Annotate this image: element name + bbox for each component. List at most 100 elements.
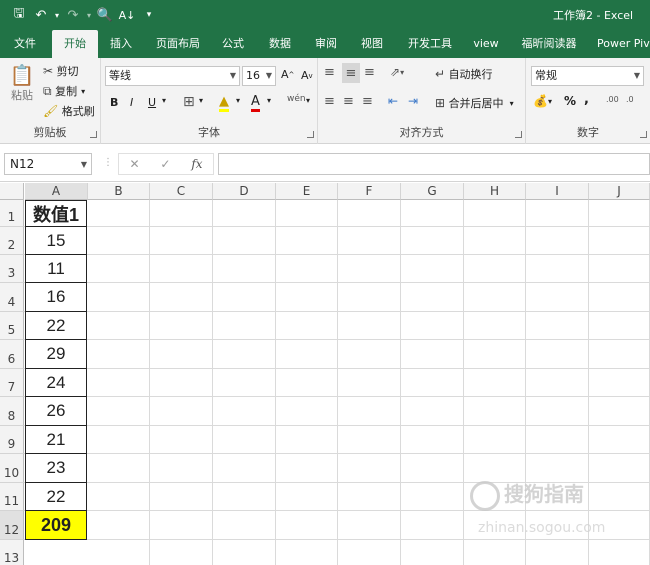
percent-icon[interactable]: %: [564, 94, 576, 108]
increase-indent-icon[interactable]: ⇥: [408, 94, 418, 108]
tab-home[interactable]: 开始: [52, 30, 98, 58]
align-center-icon[interactable]: ≡: [343, 94, 354, 109]
row-header-6[interactable]: 6: [0, 340, 24, 369]
cell-a1[interactable]: 数值1: [25, 200, 87, 227]
orientation-icon[interactable]: ⇗ ▾: [390, 65, 404, 79]
font-family-select[interactable]: 等线 ▼: [105, 66, 240, 86]
row-header-4[interactable]: 4: [0, 283, 24, 312]
dropdown-icon[interactable]: ▾: [52, 11, 62, 20]
phonetic-dropdown[interactable]: ▾: [306, 96, 310, 105]
align-left-icon[interactable]: ≡: [324, 94, 335, 109]
tab-view[interactable]: 视图: [357, 30, 387, 58]
alignment-dialog-launcher[interactable]: [515, 131, 522, 138]
font-size-select[interactable]: 16 ▼: [242, 66, 276, 86]
tab-formulas[interactable]: 公式: [218, 30, 248, 58]
column-header-e[interactable]: E: [276, 183, 338, 200]
column-header-d[interactable]: D: [213, 183, 276, 200]
comma-icon[interactable]: ,: [584, 92, 589, 107]
decrease-indent-icon[interactable]: ⇤: [388, 94, 398, 108]
number-format-select[interactable]: 常规 ▼: [531, 66, 644, 86]
font-dialog-launcher[interactable]: [307, 131, 314, 138]
column-header-i[interactable]: I: [526, 183, 589, 200]
wrap-text-button[interactable]: ↵ 自动换行: [435, 66, 493, 82]
decrease-decimal-icon[interactable]: .0: [626, 95, 634, 104]
currency-icon[interactable]: 💰 ▾: [533, 94, 552, 108]
underline-dropdown[interactable]: ▾: [162, 96, 166, 105]
select-all-corner[interactable]: [0, 183, 24, 200]
cell-a6[interactable]: 29: [25, 340, 87, 369]
cell-a3[interactable]: 11: [25, 255, 87, 283]
row-header-1[interactable]: 1: [0, 200, 24, 227]
align-bottom-icon[interactable]: ≡: [364, 65, 375, 80]
font-color-dropdown[interactable]: ▾: [267, 96, 271, 105]
cell-a10[interactable]: 23: [25, 454, 87, 483]
tab-power-pivot[interactable]: Power Pivo: [597, 30, 650, 58]
print-preview-icon[interactable]: 🔍: [94, 8, 116, 23]
number-dialog-launcher[interactable]: [640, 131, 647, 138]
paste-button[interactable]: 📋 粘贴: [8, 63, 36, 103]
tab-view-addin[interactable]: view: [470, 30, 502, 58]
column-header-b[interactable]: B: [88, 183, 150, 200]
cell-a5[interactable]: 22: [25, 312, 87, 340]
font-color-icon[interactable]: A: [251, 94, 260, 112]
cell-a4[interactable]: 16: [25, 283, 87, 312]
enter-icon[interactable]: ✓: [160, 157, 170, 171]
column-header-f[interactable]: F: [338, 183, 401, 200]
row-header-13[interactable]: 13: [0, 540, 24, 565]
cell-a12[interactable]: 209: [25, 511, 87, 540]
align-middle-icon[interactable]: ≡: [342, 63, 360, 83]
formula-input[interactable]: [218, 153, 650, 175]
cell-a11[interactable]: 22: [25, 483, 87, 511]
row-header-12[interactable]: 12: [0, 511, 24, 540]
align-right-icon[interactable]: ≡: [362, 94, 373, 109]
decrease-font-button[interactable]: Av: [301, 69, 313, 82]
name-box[interactable]: N12 ▼: [4, 153, 92, 175]
phonetic-icon[interactable]: wén: [287, 94, 306, 104]
underline-button[interactable]: U: [148, 96, 156, 109]
cell-a9[interactable]: 21: [25, 426, 87, 454]
fill-color-dropdown[interactable]: ▾: [236, 96, 240, 105]
tab-developer[interactable]: 开发工具: [402, 30, 458, 58]
tab-foxit[interactable]: 福昕阅读器: [515, 30, 583, 58]
borders-dropdown[interactable]: ▾: [199, 96, 203, 105]
customize-icon[interactable]: ▾: [138, 10, 160, 20]
row-header-10[interactable]: 10: [0, 454, 24, 483]
column-header-g[interactable]: G: [401, 183, 464, 200]
tab-data[interactable]: 数据: [265, 30, 295, 58]
format-painter-button[interactable]: 🖌 格式刷: [43, 103, 95, 119]
merge-center-button[interactable]: ⊞ 合并后居中 ▾: [435, 95, 514, 111]
sort-icon[interactable]: A↓: [116, 9, 138, 22]
tab-page-layout[interactable]: 页面布局: [150, 30, 206, 58]
column-header-j[interactable]: J: [589, 183, 650, 200]
redo-icon[interactable]: ↷: [62, 8, 84, 23]
align-top-icon[interactable]: ≡: [324, 65, 335, 80]
row-header-7[interactable]: 7: [0, 369, 24, 397]
italic-button[interactable]: I: [130, 96, 133, 109]
cancel-icon[interactable]: ✕: [129, 157, 139, 171]
insert-function-icon[interactable]: fx: [191, 157, 202, 171]
cell-a8[interactable]: 26: [25, 397, 87, 426]
tab-insert[interactable]: 插入: [106, 30, 136, 58]
cell-a2[interactable]: 15: [25, 227, 87, 255]
splitter-icon[interactable]: ⋮: [103, 157, 113, 168]
clipboard-dialog-launcher[interactable]: [90, 131, 97, 138]
copy-button[interactable]: ⧉ 复制 ▾: [43, 83, 85, 99]
row-header-2[interactable]: 2: [0, 227, 24, 255]
fill-color-icon[interactable]: ▲: [219, 94, 229, 112]
row-header-8[interactable]: 8: [0, 397, 24, 426]
row-header-11[interactable]: 11: [0, 483, 24, 511]
column-header-a[interactable]: A: [25, 183, 88, 200]
cut-button[interactable]: ✂ 剪切: [43, 63, 79, 79]
save-icon[interactable]: 🖫: [8, 4, 30, 26]
tab-review[interactable]: 审阅: [311, 30, 341, 58]
dropdown-icon[interactable]: ▾: [84, 11, 94, 20]
undo-icon[interactable]: ↶: [30, 8, 52, 23]
borders-icon[interactable]: ⊞: [183, 94, 195, 110]
column-header-c[interactable]: C: [150, 183, 213, 200]
row-header-3[interactable]: 3: [0, 255, 24, 283]
increase-font-button[interactable]: A ^: [281, 68, 294, 81]
bold-button[interactable]: B: [110, 96, 118, 109]
tab-file[interactable]: 文件: [10, 30, 40, 58]
cell-a7[interactable]: 24: [25, 369, 87, 397]
row-header-9[interactable]: 9: [0, 426, 24, 454]
